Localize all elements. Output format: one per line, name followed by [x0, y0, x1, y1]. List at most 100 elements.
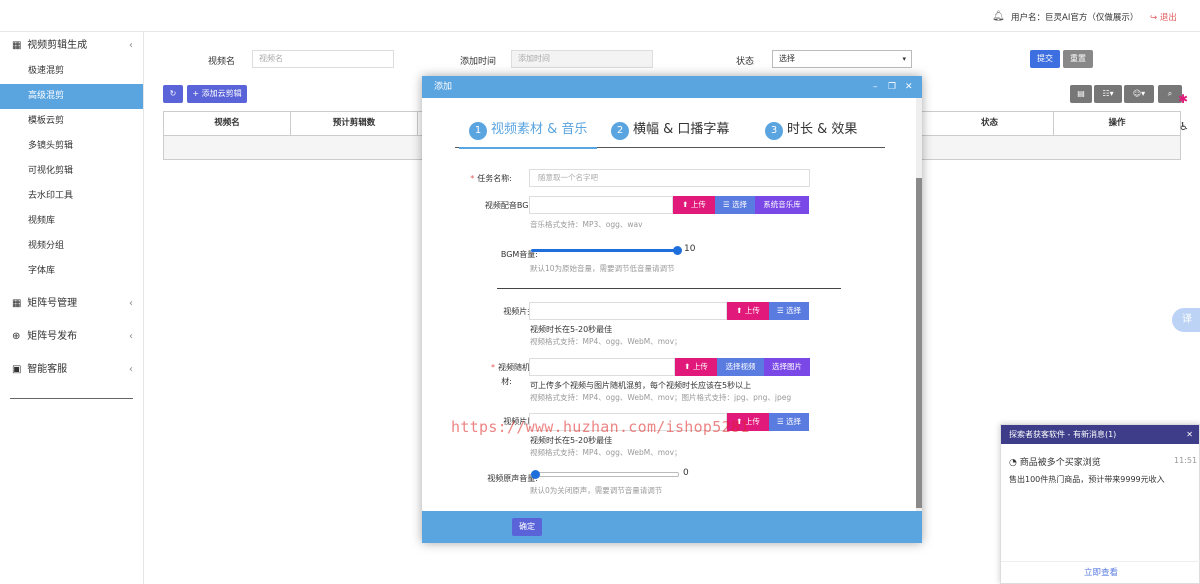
add-cloud-edit-button[interactable]: + 添加云剪辑: [187, 85, 247, 103]
bgm-select-button[interactable]: ☰ 选择: [715, 196, 755, 214]
close-icon[interactable]: ✕: [1186, 425, 1193, 444]
head-select-button[interactable]: ☰ 选择: [769, 302, 809, 320]
export-button[interactable]: ☺▾: [1124, 85, 1154, 103]
random-upload-label: 上传: [692, 362, 708, 371]
sidebar-item-template-cloud[interactable]: 模板云剪: [0, 109, 143, 134]
accessibility-icon[interactable]: ♿︎: [1179, 120, 1195, 134]
sidebar-item-advanced-mix[interactable]: 高级混剪: [0, 84, 143, 109]
step-2-number: 2: [611, 122, 629, 140]
random-upload-button[interactable]: ⬆ 上传: [675, 358, 717, 376]
sidebar-group-label: 矩阵号发布: [27, 331, 78, 342]
bell-icon[interactable]: 🔔︎: [992, 11, 1005, 22]
reset-button[interactable]: 重置: [1063, 50, 1093, 68]
close-icon[interactable]: ✕: [905, 76, 913, 98]
step-1[interactable]: 1 视频素材 & 音乐: [458, 120, 598, 149]
filter-status-select[interactable]: 选择 ▾: [772, 50, 912, 68]
notification-time: 11:51: [1174, 456, 1198, 465]
section-divider: [497, 288, 841, 289]
bgm-upload-label: 上传: [690, 200, 706, 209]
sidebar-group-video-edit[interactable]: ▦ 视频剪辑生成 ‹: [0, 32, 143, 59]
task-name-label-text: 任务名称:: [477, 174, 512, 183]
app-logo-icon[interactable]: ✱: [1178, 92, 1194, 106]
orig-volume-slider[interactable]: [531, 470, 679, 479]
step-2[interactable]: 2 横幅 & 口播字幕: [611, 120, 729, 144]
filter-time-label: 添加时间: [460, 57, 497, 67]
random-material-note: 可上传多个视频与图片随机混剪，每个视频时长应该在5秒以上: [530, 381, 752, 390]
sidebar-group-service[interactable]: ▣ 智能客服 ‹: [0, 353, 143, 386]
plus-icon: +: [192, 89, 200, 98]
bgm-volume-value: 10: [684, 244, 696, 254]
orig-volume-value: 0: [683, 468, 689, 478]
list-icon: ☰: [776, 417, 784, 426]
sidebar-item-video-group[interactable]: 视频分组: [0, 234, 143, 259]
add-cloud-edit-label: 添加云剪辑: [201, 89, 242, 98]
filter-name-input[interactable]: 视频名: [252, 50, 394, 68]
scrollbar-thumb[interactable]: [916, 178, 922, 508]
sidebar-item-multi-cam[interactable]: 多镜头剪辑: [0, 134, 143, 159]
orig-volume-knob[interactable]: [531, 470, 540, 479]
sidebar-group-matrix[interactable]: ▦ 矩阵号管理 ‹: [0, 287, 143, 320]
notification-title: 探索者获客软件 - 有新消息(1): [1009, 430, 1117, 439]
minimize-icon[interactable]: –: [873, 76, 878, 98]
sidebar-item-font-library[interactable]: 字体库: [0, 259, 143, 284]
notification-body: 售出100件热门商品，预计带来9999元收入: [1009, 475, 1165, 484]
status-select-value: 选择: [779, 54, 795, 63]
tail-format-hint: 视频格式支持：MP4、ogg、WebM、mov；: [530, 448, 682, 457]
filter-status-label: 状态: [736, 57, 755, 67]
chevron-left-icon: ‹: [129, 298, 133, 309]
video-head-input[interactable]: [529, 302, 727, 320]
grid-icon: ▦: [12, 298, 22, 309]
logout-label: 退出: [1159, 13, 1177, 23]
system-music-button[interactable]: 系统音乐库: [755, 196, 809, 214]
upload-icon: ⬆: [682, 200, 689, 209]
th-status: 状态: [926, 112, 1054, 135]
table-icon: ▤: [1077, 89, 1085, 98]
sidebar-item-fast-mix[interactable]: 极速混剪: [0, 59, 143, 84]
bgm-upload-button[interactable]: ⬆ 上传: [673, 196, 715, 214]
table-view-button[interactable]: ▤: [1070, 85, 1092, 103]
sidebar-item-watermark-tool[interactable]: 去水印工具: [0, 184, 143, 209]
select-image-button[interactable]: 选择图片: [764, 358, 810, 376]
modal-title: 添加: [434, 82, 453, 92]
submit-button[interactable]: 提交: [1030, 50, 1060, 68]
task-name-input[interactable]: 随意取一个名字吧: [529, 169, 810, 187]
columns-button[interactable]: ☷▾: [1094, 85, 1122, 103]
head-upload-label: 上传: [744, 306, 760, 315]
random-material-input[interactable]: [529, 358, 675, 376]
bgm-input[interactable]: [529, 196, 673, 214]
bgm-volume-label: BGM音量:: [500, 250, 538, 259]
random-format-hint: 视频格式支持：MP4、ogg、WebM、mov；图片格式支持：jpg、png、j…: [530, 393, 792, 402]
view-now-link[interactable]: 立即查看: [1001, 561, 1200, 583]
bgm-volume-fill: [531, 249, 677, 252]
list-icon: ☰: [776, 306, 784, 315]
modal-scrollbar[interactable]: [916, 98, 922, 511]
filter-bar: 视频名 视频名 添加时间 添加时间 状态 选择 ▾ 提交 重置: [144, 32, 1200, 82]
notification-popup: 探索者获客软件 - 有新消息(1) ✕ ◔ 商品被多个买家浏览 11:51 售出…: [1000, 424, 1200, 584]
logout-link[interactable]: ↪ 退出: [1150, 11, 1177, 23]
confirm-button[interactable]: 确定: [512, 518, 542, 536]
step-3[interactable]: 3 时长 & 效果: [765, 120, 857, 144]
sidebar-item-visual-edit[interactable]: 可视化剪辑: [0, 159, 143, 184]
notification-headline: ◔ 商品被多个买家浏览: [1009, 455, 1101, 468]
sidebar-group-label: 矩阵号管理: [27, 298, 78, 309]
add-modal: 添加 – ❐ ✕ 1 视频素材 & 音乐 2 横幅 & 口播字幕 3 时长 & 效果 …: [422, 76, 922, 543]
filter-time-input[interactable]: 添加时间: [511, 50, 653, 68]
head-duration-note: 视频时长在5-20秒最佳: [530, 325, 613, 334]
modal-footer: 确定: [422, 511, 922, 543]
sidebar-group-publish[interactable]: ⊕ 矩阵号发布 ‹: [0, 320, 143, 353]
watermark-text: https://www.huzhan.com/ishop5281: [451, 418, 750, 436]
maximize-icon[interactable]: ❐: [888, 76, 896, 98]
head-upload-button[interactable]: ⬆ 上传: [727, 302, 769, 320]
tail-select-label: 选择: [786, 417, 802, 426]
translate-fab[interactable]: 译: [1172, 308, 1200, 332]
task-name-label: * 任务名称:: [442, 173, 512, 184]
head-select-label: 选择: [786, 306, 802, 315]
sidebar: ▦ 视频剪辑生成 ‹ 极速混剪 高级混剪 模板云剪 多镜头剪辑 可视化剪辑 去水…: [0, 32, 144, 584]
sidebar-item-video-library[interactable]: 视频库: [0, 209, 143, 234]
bgm-volume-slider[interactable]: [531, 246, 682, 255]
select-video-button[interactable]: 选择视频: [717, 358, 764, 376]
refresh-button[interactable]: ↻: [163, 85, 183, 103]
tail-select-button[interactable]: ☰ 选择: [769, 413, 809, 431]
tail-duration-note: 视频时长在5-20秒最佳: [530, 436, 613, 445]
bgm-volume-knob[interactable]: [673, 246, 682, 255]
